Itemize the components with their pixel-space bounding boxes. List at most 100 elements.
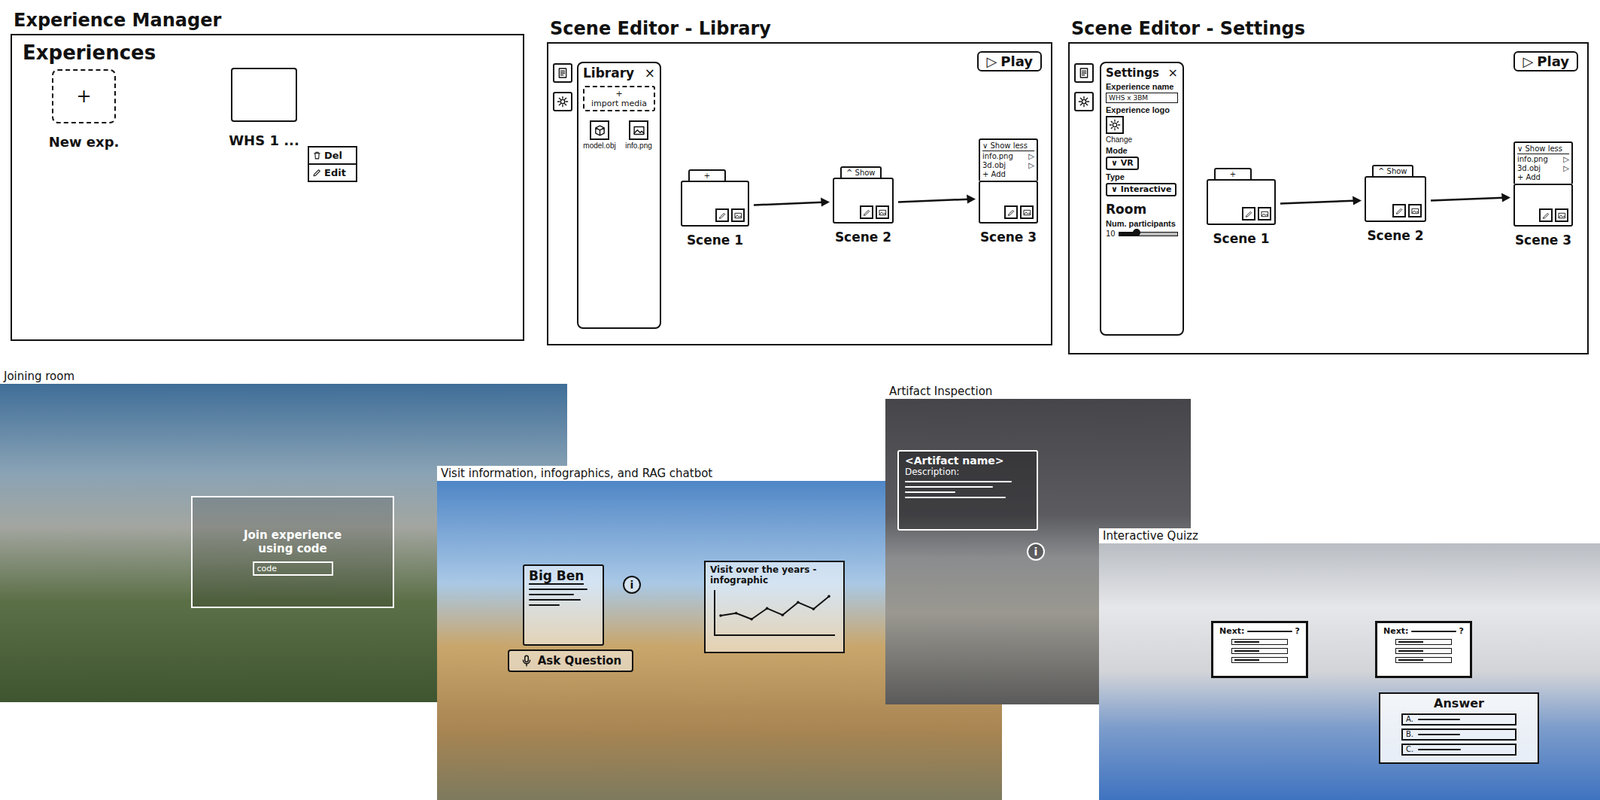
scene-actions xyxy=(859,205,890,219)
plus-symbol: + xyxy=(75,85,92,107)
scene-media-button[interactable] xyxy=(1020,205,1034,219)
edit-scene-button[interactable] xyxy=(1392,203,1406,218)
library-tab[interactable] xyxy=(552,63,573,83)
info-button[interactable]: i xyxy=(622,575,641,594)
chart-point xyxy=(749,617,753,621)
media-arrow: ▷ xyxy=(1563,154,1570,164)
pencil-icon xyxy=(312,167,322,178)
scene-node[interactable]: Scene 3∨ Show lessinfo.png▷3d.obj▷+ Add xyxy=(978,180,1039,224)
scene-media-button[interactable] xyxy=(731,208,745,222)
scene-node[interactable]: Scene 1+ xyxy=(1206,179,1276,225)
settings-tab[interactable] xyxy=(1074,91,1094,112)
quiz-option xyxy=(1231,638,1288,645)
document-icon xyxy=(556,66,569,79)
slider-thumb[interactable] xyxy=(1132,228,1141,237)
scene-dropdown[interactable]: ∨ Show lessinfo.png▷3d.obj▷+ Add xyxy=(1513,141,1573,184)
answer-option[interactable]: A. xyxy=(1401,713,1517,726)
sun-icon xyxy=(1108,118,1121,131)
toggle-label[interactable]: ∨ Show less xyxy=(982,141,1035,152)
scene-node[interactable]: Scene 2^ Show xyxy=(1364,176,1427,222)
add-media-button[interactable]: + Add xyxy=(982,170,1035,180)
library-item[interactable]: model.obj xyxy=(581,120,618,150)
scene-node[interactable]: Scene 3∨ Show lessinfo.png▷3d.obj▷+ Add xyxy=(1513,183,1573,227)
dropdown[interactable]: ∨ Interactive xyxy=(1105,182,1177,197)
slider-reading: 10 xyxy=(1105,229,1116,238)
toggle-label: + xyxy=(1229,170,1236,179)
microphone-icon xyxy=(519,653,534,668)
play-button[interactable]: ▷Play xyxy=(1513,51,1579,72)
scene-node[interactable]: Scene 1+ xyxy=(680,180,750,227)
mockup-caption: Joining room xyxy=(0,368,568,384)
scene-editor-frame: ▷PlaySettings×Experience nameWHS x 3BMEx… xyxy=(1068,42,1589,355)
library-tab[interactable] xyxy=(1074,63,1094,83)
scene-thumbnail[interactable] xyxy=(1364,176,1427,222)
scene-media-item[interactable]: 3d.obj▷ xyxy=(1517,163,1570,174)
scene-thumbnail[interactable] xyxy=(978,180,1039,224)
scene-toggle-tab[interactable]: ^ Show xyxy=(1372,164,1414,177)
text-scribble xyxy=(1247,630,1292,632)
menu-label: Edit xyxy=(324,166,347,179)
answer-option[interactable]: C. xyxy=(1401,743,1517,756)
library-items: model.objinfo.png xyxy=(578,114,660,156)
scene-toggle-tab[interactable]: ^ Show xyxy=(840,166,882,178)
add-media-button[interactable]: + Add xyxy=(1517,173,1570,183)
new-experience-card[interactable]: + xyxy=(51,69,116,124)
scene-toggle-tab[interactable]: + xyxy=(1214,167,1252,180)
scene-label: Scene 2 xyxy=(1345,227,1446,243)
edit-scene-button[interactable] xyxy=(1004,205,1018,219)
scene-thumbnail[interactable] xyxy=(832,177,894,224)
dropdown[interactable]: ∨ VR xyxy=(1105,156,1139,171)
scene-media-item[interactable]: 3d.obj▷ xyxy=(982,160,1035,171)
change-logo-button[interactable]: Change xyxy=(1105,135,1133,144)
scene-media-button[interactable] xyxy=(1257,206,1272,221)
quiz-option xyxy=(1395,638,1452,645)
menu-item[interactable]: Edit xyxy=(309,164,356,181)
option-label: B. xyxy=(1405,729,1414,739)
menu-item[interactable]: Del xyxy=(309,147,356,165)
info-button[interactable]: i xyxy=(1026,542,1045,561)
slider-track[interactable] xyxy=(1118,231,1178,237)
close-button[interactable]: × xyxy=(1168,65,1178,80)
field-value: WHS x 3BM xyxy=(1108,94,1148,102)
library-title: Library xyxy=(582,65,635,81)
edit-scene-button[interactable] xyxy=(1241,206,1256,221)
scene-toggle-tab[interactable]: + xyxy=(688,169,726,181)
logo-preview[interactable] xyxy=(1105,115,1124,134)
settings-tab[interactable] xyxy=(552,91,573,112)
participants-slider[interactable]: 10 xyxy=(1105,229,1178,238)
scene-media-button[interactable] xyxy=(1554,208,1569,222)
close-button[interactable]: × xyxy=(644,65,656,81)
pencil-icon xyxy=(718,211,727,220)
experience-card[interactable] xyxy=(230,67,298,122)
name-field[interactable]: WHS x 3BM xyxy=(1105,92,1178,104)
scene-actions xyxy=(1539,208,1569,222)
play-button[interactable]: ▷Play xyxy=(977,51,1042,72)
image-icon xyxy=(1023,208,1032,217)
scene-actions xyxy=(1004,205,1034,219)
import-media-button[interactable]: +import media xyxy=(582,85,656,112)
code-input[interactable] xyxy=(252,561,334,576)
scene-media-item[interactable]: info.png▷ xyxy=(982,151,1035,161)
edit-scene-button[interactable] xyxy=(715,208,729,222)
edit-scene-button[interactable] xyxy=(859,205,874,219)
answer-option[interactable]: B. xyxy=(1401,728,1517,741)
scene-thumbnail[interactable] xyxy=(1513,183,1573,227)
toggle-label[interactable]: ∨ Show less xyxy=(1517,144,1570,155)
image-icon xyxy=(1411,206,1420,216)
ask-question-button[interactable]: Ask Question xyxy=(507,649,634,672)
scene-dropdown[interactable]: ∨ Show lessinfo.png▷3d.obj▷+ Add xyxy=(978,138,1039,181)
cube-icon xyxy=(593,124,607,137)
card-label: WHS 1 ... xyxy=(208,132,320,149)
edit-scene-button[interactable] xyxy=(1539,208,1553,222)
section-heading: Experiences xyxy=(22,41,156,64)
scene-media-button[interactable] xyxy=(1408,203,1422,218)
answer-panel: AnswerA.B.C. xyxy=(1378,692,1540,764)
scene-node[interactable]: Scene 2^ Show xyxy=(832,177,894,224)
scene-media-button[interactable] xyxy=(875,205,890,219)
play-label: Play xyxy=(1000,53,1033,70)
scene-media-item[interactable]: info.png▷ xyxy=(1517,154,1570,164)
chart-point xyxy=(765,607,769,611)
library-item[interactable]: info.png xyxy=(620,120,657,150)
scene-thumbnail[interactable] xyxy=(1206,179,1276,225)
scene-thumbnail[interactable] xyxy=(680,180,750,227)
